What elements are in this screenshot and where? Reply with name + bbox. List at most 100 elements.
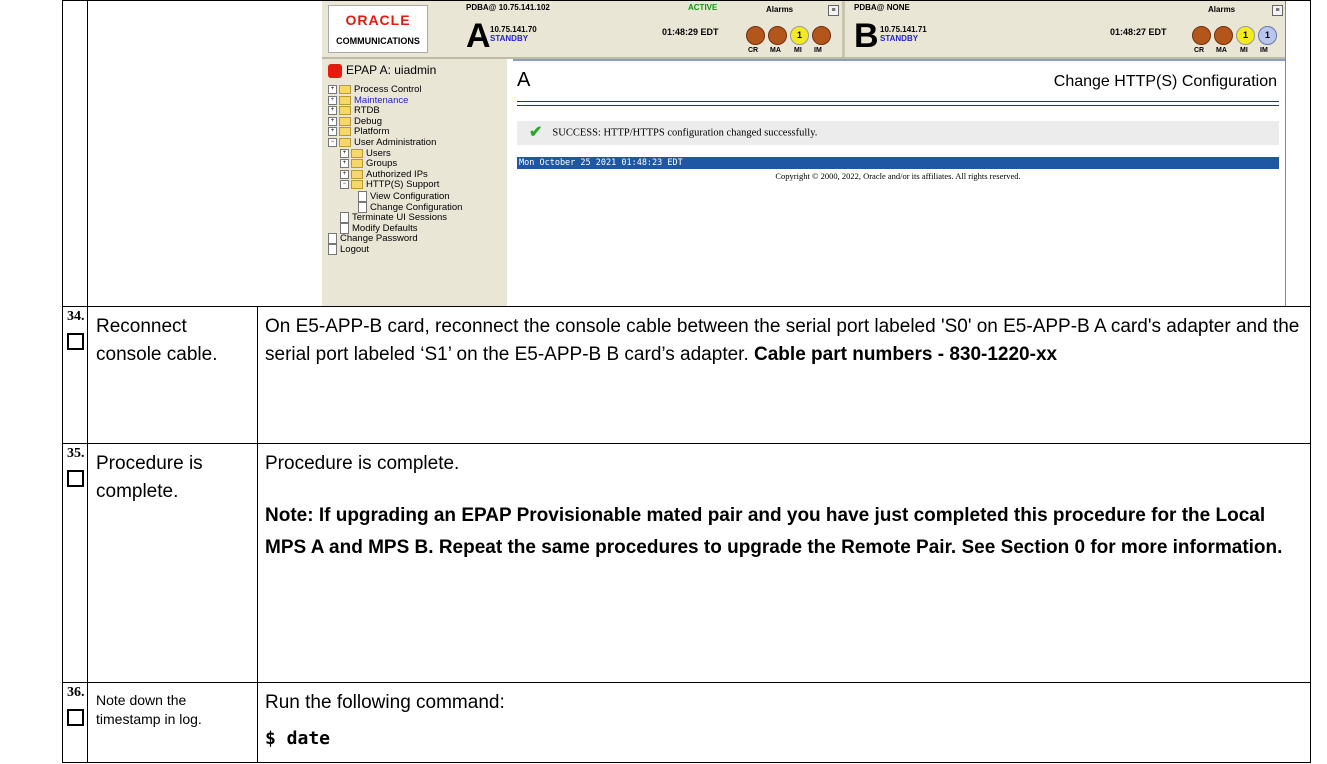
screenshot-cell: ORACLE COMMUNICATIONS PDBA@ 10.75.141.10… [87, 0, 1311, 307]
page-icon [328, 243, 337, 255]
step-body: Procedure is complete. Note: If upgradin… [257, 443, 1311, 683]
expand-icon[interactable]: + [328, 95, 337, 105]
menu-tree: + Process Control + Maintenance + RTDB + Debug +… [328, 84, 463, 255]
folder-icon [351, 159, 363, 169]
folder-icon [351, 169, 363, 179]
page-icon [328, 233, 337, 245]
step-row: 36. Note down the timestamp in log. Run … [62, 682, 1311, 763]
expand-icon[interactable]: ≡ [828, 5, 839, 16]
active-status: ACTIVE [688, 3, 718, 12]
menu-item-label: Platform [354, 126, 390, 138]
step-body: Run the following command: $ date [257, 682, 1311, 763]
server-time: 01:48:27 EDT [1110, 27, 1167, 37]
menu-item-http-s-support[interactable]: − HTTP(S) Support [328, 180, 462, 191]
server-ip: 10.75.141.70 [490, 25, 537, 34]
server-ip: 10.75.141.71 [880, 25, 927, 34]
copyright-text: Copyright © 2000, 2022, Oracle and/or it… [775, 171, 1021, 181]
oracle-logo: ORACLE COMMUNICATIONS [328, 5, 428, 53]
menu-item-change-configuration[interactable]: Change Configuration [328, 201, 463, 213]
page-icon [358, 190, 367, 202]
menu-item-label: Modify Defaults [352, 222, 418, 234]
menu-item-label: Change Password [340, 233, 418, 245]
pdba-label: PDBA@ 10.75.141.102 [466, 3, 550, 12]
main-panel: A Change HTTP(S) Configuration ✔ SUCCESS:… [513, 59, 1285, 306]
collapse-icon[interactable]: − [340, 180, 349, 190]
checkbox[interactable] [67, 333, 84, 350]
step-body: On E5-APP-B card, reconnect the console … [257, 306, 1311, 444]
step-row: 34. Reconnect console cable. On E5-APP-B… [62, 306, 1311, 444]
alarm-mi-lamp[interactable]: 1 [1236, 26, 1255, 45]
server-role: STANDBY [880, 34, 919, 43]
checkbox[interactable] [67, 709, 84, 726]
server-letter: A [517, 69, 531, 91]
step-description: Reconnect console cable. [87, 306, 258, 444]
menu-item-user-administration[interactable]: − User Administration [328, 136, 462, 149]
alarm-im-lamp[interactable]: 1 [1258, 26, 1277, 45]
alarm-ma-lamp[interactable] [768, 26, 787, 45]
menu-item-label: RTDB [354, 105, 380, 117]
menu-item-view-configuration[interactable]: View Configuration [328, 190, 462, 202]
expand-icon[interactable]: + [328, 85, 337, 94]
folder-icon [339, 137, 351, 147]
expand-icon[interactable]: + [328, 127, 337, 137]
expand-icon[interactable]: + [340, 159, 349, 169]
step-description: Procedure is complete. [87, 443, 258, 683]
expand-icon[interactable]: + [328, 106, 337, 116]
checkbox[interactable] [67, 470, 84, 487]
procedure-table: ORACLE COMMUNICATIONS PDBA@ 10.75.141.10… [62, 0, 1311, 763]
server-letter: A [466, 17, 491, 55]
date-bar: Mon October 25 2021 01:48:23 EDT [517, 157, 1279, 169]
menu-item-label: HTTP(S) Support [366, 179, 440, 191]
alarm-im-lamp[interactable] [812, 26, 831, 45]
sidebar-menu: EPAP A: uiadmin + Process Control + Mainten… [322, 59, 507, 306]
menu-item-label: Groups [366, 158, 398, 170]
menu-item-label: Authorized IPs [366, 168, 428, 180]
expand-icon[interactable]: + [340, 169, 349, 179]
step-row: 35. Procedure is complete. Procedure is … [62, 443, 1311, 683]
panel-divider [842, 1, 845, 57]
banner: ORACLE COMMUNICATIONS PDBA@ 10.75.141.10… [322, 1, 1285, 59]
server-a-panel: PDBA@ 10.75.141.102 ACTIVE Alarms ≡ A 10… [430, 1, 910, 57]
alarms-label: Alarms [766, 5, 794, 14]
success-message: ✔ SUCCESS: HTTP/HTTPS configuration chang… [517, 121, 1279, 145]
menu-item-terminate-ui-sessions[interactable]: Terminate UI Sessions [328, 212, 462, 224]
page-icon [340, 212, 349, 224]
folder-icon [339, 127, 351, 137]
expand-icon[interactable]: + [328, 116, 337, 126]
menu-item-label: Terminate UI Sessions [352, 212, 448, 224]
collapse-icon[interactable]: − [328, 137, 337, 147]
folder-icon [339, 85, 351, 94]
step-number: 34. [67, 309, 85, 324]
alarm-mi-lamp[interactable]: 1 [790, 26, 809, 45]
epap-screenshot: ORACLE COMMUNICATIONS PDBA@ 10.75.141.10… [322, 1, 1286, 306]
menu-item-label: Debug [354, 115, 382, 127]
expand-icon[interactable]: + [340, 148, 349, 158]
menu-item-label: Process Control [354, 84, 422, 96]
step-note: Note: If upgrading an EPAP Provisionable… [265, 505, 1283, 558]
expand-icon[interactable]: ≡ [1272, 5, 1283, 16]
menu-item-logout[interactable]: Logout [328, 243, 462, 255]
command-text: $ date [265, 728, 331, 749]
server-b-panel: PDBA@ NONE Alarms ≡ B 10.75.141.71 STAND… [848, 1, 1285, 57]
menu-item-change-password[interactable]: Change Password [328, 233, 462, 245]
menu-item-debug[interactable]: + Debug [328, 115, 462, 128]
menu-item-label: Logout [340, 243, 370, 255]
menu-item-label: User Administration [354, 136, 437, 148]
pdba-label: PDBA@ NONE [854, 3, 910, 12]
page-title: Change HTTP(S) Configuration [1053, 73, 1277, 90]
alarm-cr-lamp[interactable] [746, 26, 765, 45]
folder-icon [351, 180, 363, 190]
screenshot-row: ORACLE COMMUNICATIONS PDBA@ 10.75.141.10… [62, 0, 1311, 307]
alarms-label: Alarms [1208, 5, 1236, 14]
menu-item-maintenance[interactable]: + Maintenance [328, 95, 462, 107]
alarm-ma-lamp[interactable] [1214, 26, 1233, 45]
menu-item-modify-defaults[interactable]: Modify Defaults [328, 222, 462, 234]
step-number: 35. [67, 446, 85, 461]
step-description: Note down the timestamp in log. [87, 682, 258, 763]
step-number: 36. [67, 685, 85, 700]
folder-icon [339, 95, 351, 105]
alarm-cr-lamp[interactable] [1192, 26, 1211, 45]
menu-item-label: Change Configuration [370, 201, 463, 213]
folder-icon [339, 116, 351, 126]
menu-item-rtdb[interactable]: + RTDB [328, 105, 462, 117]
